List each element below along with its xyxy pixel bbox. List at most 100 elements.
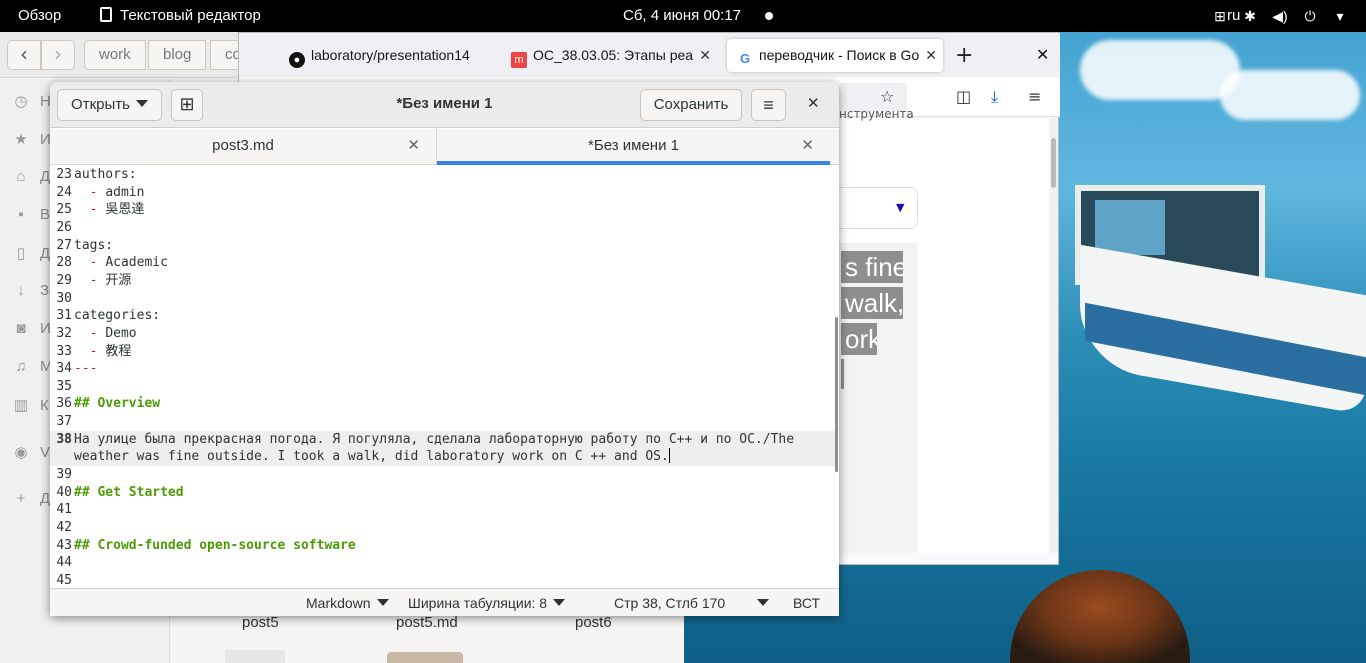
sidebar-item-starred[interactable]: ★ И [12,130,51,152]
close-icon[interactable]: ✕ [801,129,814,163]
line-number: 39 [56,467,72,483]
editor-line[interactable]: 35 [50,378,835,396]
volume-icon[interactable]: ◀) [1272,8,1288,24]
tab-moodle[interactable]: m ОС_38.03.05: Этапы реа ✕ [501,39,717,72]
editor-line[interactable]: 34 --- [50,360,835,378]
editor-line[interactable]: 23 authors: [50,166,835,184]
line-text: --- [74,360,97,378]
home-icon: ⌂ [16,168,26,185]
editor-line[interactable]: 27 tags: [50,237,835,255]
line-content: admin [105,184,145,200]
tab-untitled-1[interactable]: *Без имени 1 ✕ [437,129,830,165]
markdown-heading: ## Crowd-funded open-source software [74,537,356,553]
hamburger-menu-button[interactable]: ≡ [751,89,786,121]
tab-width-selector[interactable]: Ширина табуляции: 8 [408,595,566,611]
sidebar-item-trash[interactable]: ▥ К [12,396,49,418]
editor-line[interactable]: 45 [50,572,835,587]
language-select[interactable] [835,187,918,229]
close-icon[interactable]: ✕ [407,129,420,163]
editor-line[interactable]: 24 - admin [50,184,835,202]
downloads-icon[interactable]: ⤓ [991,87,998,107]
editor-scrollbar[interactable] [835,317,838,472]
activities-button[interactable]: Обзор [18,7,61,24]
breadcrumb-blog[interactable]: blog [148,40,207,70]
notification-dot [765,12,773,20]
tab-google-search[interactable]: Gпереводчик - Поиск в Go ✕ [727,39,943,72]
editor-line[interactable]: 31 categories: [50,307,835,325]
line-number: 36 [56,396,72,412]
window-close-button[interactable]: ✕ [807,94,820,112]
tab-post3-md[interactable]: post3.md ✕ [50,129,436,165]
sidebar-item-pictures[interactable]: ◙ И [12,320,50,342]
line-number: 30 [56,290,72,306]
editor-line[interactable]: 26 [50,219,835,237]
line-content: weather was fine outside. I took a walk,… [74,449,669,465]
window-close-button[interactable]: ✕ [1036,45,1049,64]
sidebar-item-documents[interactable]: ▯ Д [12,244,50,266]
power-icon[interactable]: ⏻ [1302,8,1318,24]
menu-icon[interactable]: ≡ [1028,87,1041,106]
github-icon: ● [289,52,305,68]
save-button[interactable]: Сохранить [640,89,742,121]
close-icon[interactable]: ✕ [923,39,937,72]
breadcrumb-co[interactable]: co [210,40,240,70]
sidebar-item-other-locations[interactable]: + Д [12,490,51,512]
editor-line[interactable]: 32 - Demo [50,325,835,343]
list-marker: - [74,202,106,218]
editor-line[interactable]: 29 - 开源 [50,272,835,290]
cursor-position[interactable]: Стр 38, Стлб 170 [614,595,770,611]
bookmark-star-icon[interactable]: ☆ [880,87,894,106]
translated-text-line-1: s fine [841,251,903,283]
file-item-post5-md[interactable]: post5.md [396,614,458,631]
line-number: 37 [56,414,72,430]
editor-line[interactable]: 39 [50,466,835,484]
line-content: Academic [105,255,168,271]
text-editor-area[interactable]: 23 authors: 24 - admin 25 - 吳恩達 26 27 tags: 28 … [50,166,835,587]
editor-line[interactable]: 36 ## Overview [50,395,835,413]
sidebar-item-music[interactable]: ♫ М [12,358,52,380]
close-icon[interactable]: ✕ [699,39,711,72]
clock[interactable]: Сб, 4 июня 00:17 [623,7,741,24]
sidebar-item-disc[interactable]: ◉ VI [12,443,54,465]
file-item-post5[interactable]: post5 [242,614,279,631]
translated-text-line-3: ork [841,323,877,355]
google-icon: G [739,51,751,66]
editor-line[interactable]: 25 - 吳恩達 [50,201,835,219]
sidebar-item-recent[interactable]: ◷ Н [12,92,50,114]
new-tab-button[interactable]: + [955,43,973,68]
list-marker: - [74,343,106,359]
forward-button[interactable]: › [41,40,75,70]
editor-line[interactable]: 33 - 教程 [50,343,835,361]
accessibility-icon[interactable]: ✱ [1242,8,1258,24]
translated-text-line-4 [841,359,844,389]
translated-text-line-2: walk, [841,287,903,319]
app-menu[interactable]: Текстовый редактор [100,7,261,24]
back-button[interactable]: ‹ [7,40,41,70]
insert-mode-indicator[interactable]: ВСТ [793,595,820,611]
editor-line[interactable]: 42 [50,519,835,537]
language-selector[interactable]: Markdown [306,595,389,611]
breadcrumb-work[interactable]: work [84,40,146,70]
line-text: ## Get Started [74,484,184,502]
page-scrollbar-thumb[interactable] [1051,138,1056,188]
editor-line[interactable]: 37 [50,413,835,431]
editor-line[interactable]: 41 [50,501,835,519]
editor-line[interactable]: 44 [50,554,835,572]
sidebar-item-home[interactable]: ⌂ Д [12,168,50,190]
line-number: 25 [56,202,72,218]
editor-line[interactable]: 40 ## Get Started [50,484,835,502]
chevron-down-icon[interactable]: ▾ [1332,8,1348,24]
editor-line[interactable]: 43 ## Crowd-funded open-source software [50,537,835,555]
line-content: 吳恩達 [105,202,145,218]
editor-line[interactable]: 38 На улице была прекрасная погода. Я пог… [50,430,835,467]
line-number: 24 [56,184,72,200]
markdown-heading: ## Overview [74,396,161,412]
file-item-post6[interactable]: post6 [575,614,612,631]
line-number: 41 [56,502,72,518]
pocket-icon[interactable]: ◫ [956,87,971,106]
tab-github[interactable]: ● laboratory/presentation14 [279,39,489,72]
network-icon[interactable]: ⊞ [1212,8,1228,24]
editor-line[interactable]: 28 - Academic [50,254,835,272]
trash-icon: ▥ [13,397,29,414]
editor-line[interactable]: 30 [50,290,835,308]
